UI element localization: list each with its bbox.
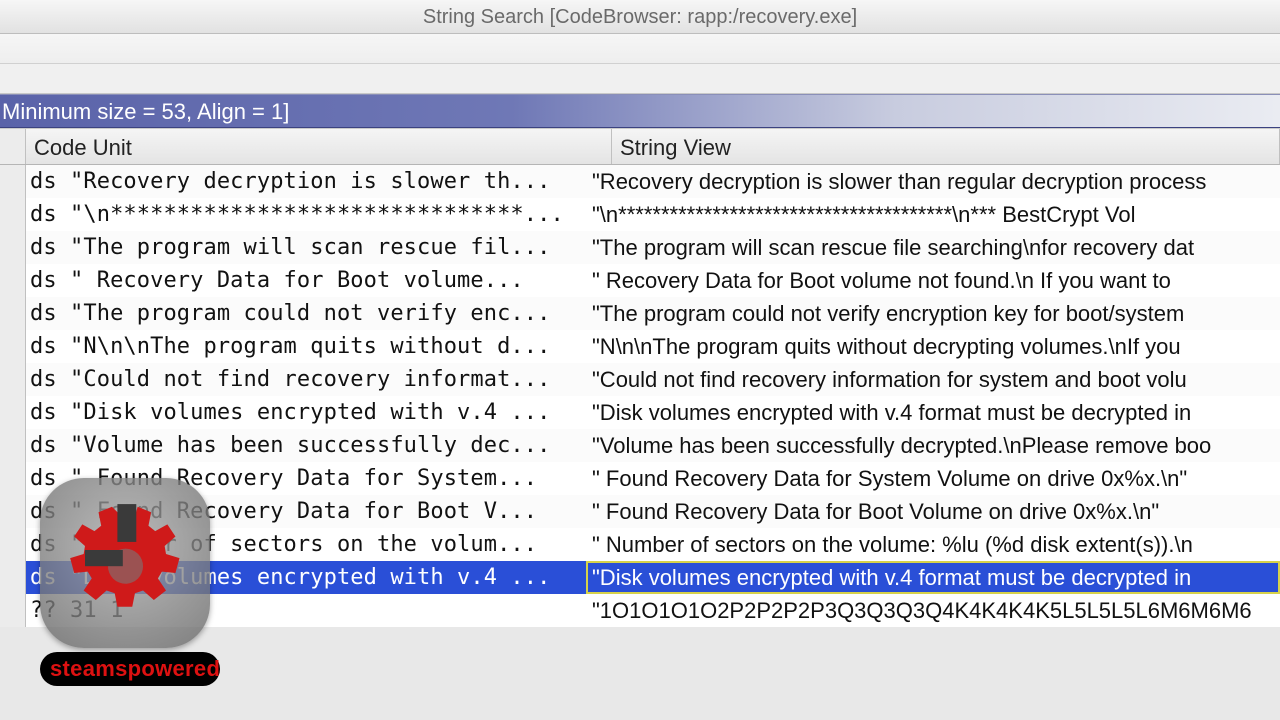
code-unit-cell: ds " Found Recovery Data for Boot V... (26, 495, 586, 528)
row-handle (0, 528, 26, 561)
code-unit-cell: ds "Recovery decryption is slower th... (26, 165, 586, 198)
table-row[interactable]: ds "The program could not verify enc..."… (0, 297, 1280, 330)
string-view-cell: "\n*************************************… (586, 198, 1280, 231)
results-table: Code Unit String View ds "Recovery decry… (0, 128, 1280, 627)
string-view-cell: " Found Recovery Data for Boot Volume on… (586, 495, 1280, 528)
code-unit-cell: ds " Found Recovery Data for System... (26, 462, 586, 495)
row-handle (0, 297, 26, 330)
table-row[interactable]: ds " Number of sectors on the volum..." … (0, 528, 1280, 561)
code-unit-cell: ds "Disk volumes encrypted with v.4 ... (26, 396, 586, 429)
watermark-label: steamspowered (40, 652, 220, 686)
code-unit-cell: ?? 31 1 (26, 594, 586, 627)
table-row[interactable]: ds " Found Recovery Data for System..." … (0, 462, 1280, 495)
string-view-cell: "Disk volumes encrypted with v.4 format … (586, 561, 1280, 594)
row-handle (0, 363, 26, 396)
table-row[interactable]: ds "The program will scan rescue fil..."… (0, 231, 1280, 264)
table-row[interactable]: ds "\n*******************************...… (0, 198, 1280, 231)
code-unit-cell: ds "\n*******************************... (26, 198, 586, 231)
table-row[interactable]: ds "Disk volumes encrypted with v.4 ..."… (0, 396, 1280, 429)
string-view-cell: "N\n\nThe program quits without decrypti… (586, 330, 1280, 363)
toolbar-spacer (0, 34, 1280, 64)
row-handle (0, 561, 26, 594)
string-view-cell: "Could not find recovery information for… (586, 363, 1280, 396)
row-handle (0, 165, 26, 198)
table-row[interactable]: ds " Found Recovery Data for Boot V..." … (0, 495, 1280, 528)
string-view-cell: "1O1O1O1O2P2P2P2P3Q3Q3Q3Q4K4K4K4K5L5L5L5… (586, 594, 1280, 627)
string-view-cell: "The program could not verify encryption… (586, 297, 1280, 330)
code-unit-cell: ds "Disk volumes encrypted with v.4 ... (26, 561, 586, 594)
column-header-string-view[interactable]: String View (612, 129, 1280, 164)
table-row[interactable]: ds "N\n\nThe program quits without d..."… (0, 330, 1280, 363)
row-handle (0, 495, 26, 528)
row-handle (0, 462, 26, 495)
code-unit-cell: ds "Could not find recovery informat... (26, 363, 586, 396)
string-view-cell: "Disk volumes encrypted with v.4 format … (586, 396, 1280, 429)
string-view-cell: " Recovery Data for Boot volume not foun… (586, 264, 1280, 297)
code-unit-cell: ds " Number of sectors on the volum... (26, 528, 586, 561)
window-title: String Search [CodeBrowser: rapp:/recove… (0, 0, 1280, 34)
code-unit-cell: ds " Recovery Data for Boot volume... (26, 264, 586, 297)
row-handle (0, 396, 26, 429)
row-handle (0, 330, 26, 363)
row-handle (0, 264, 26, 297)
table-row[interactable]: ds "Disk volumes encrypted with v.4 ..."… (0, 561, 1280, 594)
string-view-cell: "The program will scan rescue file searc… (586, 231, 1280, 264)
column-header-code-unit[interactable]: Code Unit (26, 129, 612, 164)
row-handle (0, 594, 26, 627)
string-view-cell: " Number of sectors on the volume: %lu (… (586, 528, 1280, 561)
secondary-spacer (0, 64, 1280, 94)
row-handle-header (0, 129, 26, 164)
table-row[interactable]: ds "Recovery decryption is slower th..."… (0, 165, 1280, 198)
string-view-cell: "Recovery decryption is slower than regu… (586, 165, 1280, 198)
table-body: ds "Recovery decryption is slower th..."… (0, 165, 1280, 627)
row-handle (0, 198, 26, 231)
table-row[interactable]: ds "Volume has been successfully dec..."… (0, 429, 1280, 462)
code-unit-cell: ds "Volume has been successfully dec... (26, 429, 586, 462)
table-row[interactable]: ds "Could not find recovery informat..."… (0, 363, 1280, 396)
table-row[interactable]: ds " Recovery Data for Boot volume..." R… (0, 264, 1280, 297)
table-row[interactable]: ?? 31 1"1O1O1O1O2P2P2P2P3Q3Q3Q3Q4K4K4K4K… (0, 594, 1280, 627)
search-parameters-bar: Minimum size = 53, Align = 1] (0, 94, 1280, 128)
row-handle (0, 231, 26, 264)
code-unit-cell: ds "The program will scan rescue fil... (26, 231, 586, 264)
row-handle (0, 429, 26, 462)
string-view-cell: " Found Recovery Data for System Volume … (586, 462, 1280, 495)
code-unit-cell: ds "The program could not verify enc... (26, 297, 586, 330)
string-view-cell: "Volume has been successfully decrypted.… (586, 429, 1280, 462)
code-unit-cell: ds "N\n\nThe program quits without d... (26, 330, 586, 363)
table-header: Code Unit String View (0, 129, 1280, 165)
